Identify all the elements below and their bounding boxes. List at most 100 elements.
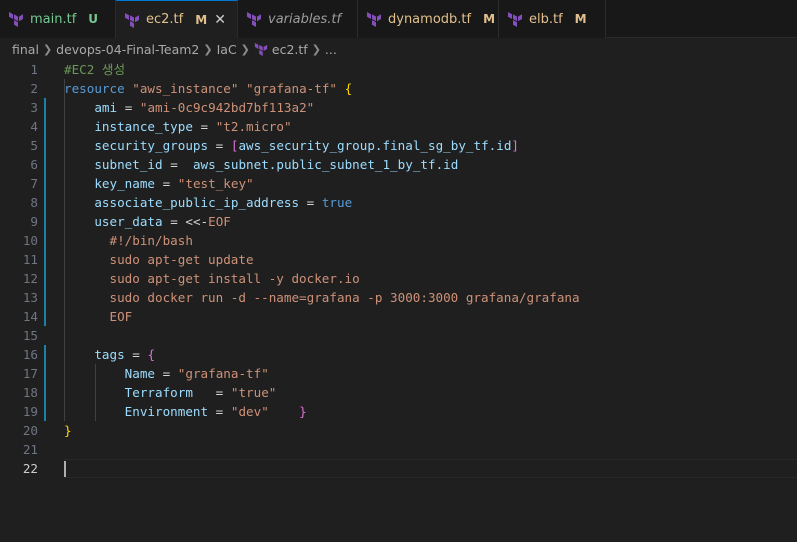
code-line[interactable]: 13 sudo docker run -d --name=grafana -p … xyxy=(0,288,797,307)
code-line[interactable]: 5 security_groups = [aws_security_group.… xyxy=(0,136,797,155)
code-line[interactable]: 15 xyxy=(0,326,797,345)
line-number: 13 xyxy=(22,290,38,305)
line-number: 1 xyxy=(30,62,38,77)
terraform-icon xyxy=(247,12,261,27)
tab-label: dynamodb.tf xyxy=(388,11,472,27)
code-text: Terraform = "true" xyxy=(124,385,277,400)
code-line[interactable]: 12 sudo apt-get install -y docker.io xyxy=(0,269,797,288)
git-modified-marker[interactable] xyxy=(44,212,46,231)
breadcrumb-label: ec2.tf xyxy=(271,41,308,57)
close-icon[interactable]: ✕ xyxy=(213,12,227,28)
terraform-icon xyxy=(124,12,140,28)
line-number: 3 xyxy=(30,100,38,115)
git-status-badge: U xyxy=(88,12,99,26)
git-modified-marker[interactable] xyxy=(44,345,46,364)
git-modified-marker[interactable] xyxy=(44,288,46,307)
code-line[interactable]: 3 ami = "ami-0c9c942bd7bf113a2" xyxy=(0,98,797,117)
line-number: 22 xyxy=(22,461,38,476)
code-text: sudo docker run -d --name=grafana -p 300… xyxy=(64,290,580,305)
breadcrumb-item[interactable]: final xyxy=(12,42,39,57)
git-modified-marker[interactable] xyxy=(44,250,46,269)
line-number: 6 xyxy=(30,157,38,172)
breadcrumb-item[interactable]: ec2.tf xyxy=(254,42,308,57)
line-number: 14 xyxy=(22,309,38,324)
line-number: 12 xyxy=(22,271,38,286)
line-number: 11 xyxy=(22,252,38,267)
breadcrumb-label: devops-04-Final-Team2 xyxy=(56,41,200,57)
code-text: sudo apt-get install -y docker.io xyxy=(64,271,360,286)
tab-main-tf[interactable]: main.tf U xyxy=(0,0,116,38)
breadcrumb-item[interactable]: devops-04-Final-Team2 xyxy=(56,42,199,57)
tab-variables-tf[interactable]: variables.tf xyxy=(238,0,358,38)
code-text: resource "aws_instance" "grafana-tf" { xyxy=(64,81,353,96)
code-text: } xyxy=(64,423,72,438)
git-modified-marker[interactable] xyxy=(44,383,46,402)
line-number: 19 xyxy=(22,404,38,419)
code-line[interactable]: 17 Name = "grafana-tf" xyxy=(0,364,797,383)
code-line[interactable]: 8 associate_public_ip_address = true xyxy=(0,193,797,212)
git-modified-marker[interactable] xyxy=(44,136,46,155)
current-line-highlight xyxy=(63,459,797,478)
git-modified-marker[interactable] xyxy=(44,364,46,383)
git-modified-marker[interactable] xyxy=(44,231,46,250)
code-line[interactable]: 22 xyxy=(0,459,797,478)
line-number: 15 xyxy=(22,328,38,343)
breadcrumb: final ❯ devops-04-Final-Team2 ❯ IaC ❯ ec2.tf ❯.… xyxy=(0,38,797,60)
git-modified-marker[interactable] xyxy=(44,402,46,421)
code-line[interactable]: 20} xyxy=(0,421,797,440)
code-text: ami = "ami-0c9c942bd7bf113a2" xyxy=(94,100,315,115)
git-modified-marker[interactable] xyxy=(44,174,46,193)
code-line[interactable]: 18 Terraform = "true" xyxy=(0,383,797,402)
git-status-badge: M xyxy=(483,12,496,26)
git-modified-marker[interactable] xyxy=(44,117,46,136)
line-number: 20 xyxy=(22,423,38,438)
code-text: instance_type = "t2.micro" xyxy=(94,119,292,134)
code-text: sudo apt-get update xyxy=(64,252,254,267)
code-text: Name = "grafana-tf" xyxy=(124,366,269,381)
tab-elb-tf[interactable]: elb.tf M xyxy=(499,0,606,38)
chevron-right-icon: ❯ xyxy=(311,42,321,56)
code-line[interactable]: 11 sudo apt-get update xyxy=(0,250,797,269)
code-line[interactable]: 6 subnet_id = aws_subnet.public_subnet_1… xyxy=(0,155,797,174)
terraform-icon xyxy=(8,11,24,27)
code-text: subnet_id = aws_subnet.public_subnet_1_b… xyxy=(94,157,459,172)
code-line[interactable]: 16 tags = { xyxy=(0,345,797,364)
code-line[interactable]: 2 resource "aws_instance" "grafana-tf" { xyxy=(0,79,797,98)
code-line[interactable]: 10 #!/bin/bash xyxy=(0,231,797,250)
code-line[interactable]: 21 xyxy=(0,440,797,459)
code-line[interactable]: 4 instance_type = "t2.micro" xyxy=(0,117,797,136)
terraform-icon xyxy=(254,42,268,56)
code-line[interactable]: 19 Environment = "dev" } xyxy=(0,402,797,421)
code-line[interactable]: 9 user_data = <<-EOF xyxy=(0,212,797,231)
git-modified-marker[interactable] xyxy=(44,307,46,326)
breadcrumb-label: IaC xyxy=(216,41,237,57)
line-number: 9 xyxy=(30,214,38,229)
tab-dynamodb-tf[interactable]: dynamodb.tf M xyxy=(358,0,499,38)
code-text: #!/bin/bash xyxy=(64,233,193,248)
tab-ec2-tf[interactable]: ec2.tf M ✕ xyxy=(116,0,238,38)
git-modified-marker[interactable] xyxy=(44,193,46,212)
line-number: 18 xyxy=(22,385,38,400)
git-modified-marker[interactable] xyxy=(44,98,46,117)
code-line[interactable]: 14 EOF xyxy=(0,307,797,326)
chevron-right-icon: ❯ xyxy=(42,42,53,56)
code-line[interactable]: 1 #EC2 생성 xyxy=(0,60,797,79)
terraform-icon xyxy=(246,11,262,27)
code-editor[interactable]: 1 #EC2 생성 2 resource "aws_instance" "grafan… xyxy=(0,60,797,542)
text-cursor xyxy=(64,461,66,477)
breadcrumb-item[interactable]: IaC xyxy=(217,42,237,57)
breadcrumb-item[interactable]: ... xyxy=(325,42,337,57)
git-status-badge: M xyxy=(195,12,208,27)
terraform-icon xyxy=(366,11,382,27)
git-modified-marker[interactable] xyxy=(44,155,46,174)
line-number: 16 xyxy=(22,347,38,362)
code-line[interactable]: 7 key_name = "test_key" xyxy=(0,174,797,193)
chevron-right-icon: ❯ xyxy=(203,42,213,56)
code-text: EOF xyxy=(64,309,133,324)
git-status-badge: M xyxy=(574,12,587,26)
code-text: Environment = "dev" } xyxy=(124,404,307,419)
tab-label: variables.tf xyxy=(268,11,342,27)
terraform-icon xyxy=(9,12,23,27)
git-modified-marker[interactable] xyxy=(44,269,46,288)
tab-label: ec2.tf xyxy=(146,12,184,27)
